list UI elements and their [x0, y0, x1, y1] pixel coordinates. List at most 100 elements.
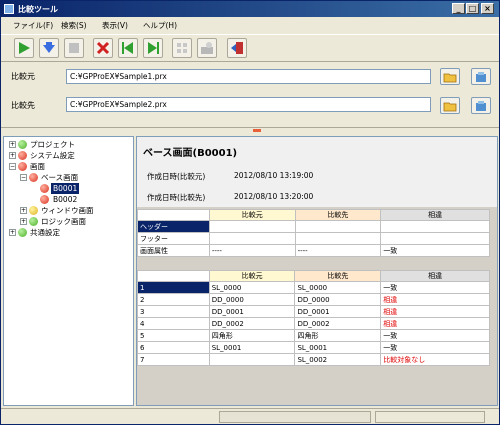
source-path-field[interactable]: C:¥GPProEX¥Sample1.prx	[66, 69, 431, 84]
row-number: 3	[137, 305, 210, 318]
diff-cell: 比較対象なし	[380, 353, 490, 366]
mismatch-status-icon	[18, 151, 27, 160]
tree-item-window-screen[interactable]: ウィンドウ画面	[41, 205, 94, 216]
next-diff-icon	[148, 42, 159, 54]
status-panel-progress	[219, 411, 371, 423]
column-source[interactable]: 比較元	[208, 270, 296, 282]
column-source[interactable]: 比較元	[208, 209, 296, 221]
created-src-value: 2012/08/10 13:19:00	[234, 171, 314, 180]
source-cell: DD_0000	[208, 293, 296, 306]
menu-help[interactable]: ヘルプ(H)	[143, 20, 177, 31]
table-row[interactable]: 3 DD_0001 DD_0001 相違	[137, 305, 490, 318]
project-icon	[476, 72, 486, 82]
tree-item-system-settings[interactable]: システム設定	[30, 150, 75, 161]
delete-button[interactable]	[93, 38, 113, 58]
expand-toggle[interactable]: +	[9, 229, 16, 236]
expand-toggle[interactable]: +	[20, 207, 27, 214]
play-button[interactable]	[14, 38, 34, 58]
table-row[interactable]: 7 SL_0002 比較対象なし	[137, 353, 490, 366]
table-row[interactable]: ヘッダー	[137, 220, 490, 233]
exit-icon	[231, 42, 243, 54]
table-row[interactable]: 画面属性 ---- ---- 一致	[137, 244, 490, 257]
maximize-button[interactable]: □	[466, 3, 479, 14]
row-number: 7	[137, 353, 210, 366]
mismatch-status-icon	[18, 162, 27, 171]
tree-item-logic-screen[interactable]: ロジック画面	[41, 216, 86, 227]
close-button[interactable]: ×	[481, 3, 494, 14]
expand-toggle[interactable]: +	[9, 152, 16, 159]
download-button[interactable]	[39, 38, 59, 58]
table-row[interactable]: 5 四角形 四角形 一致	[137, 329, 490, 342]
column-target[interactable]: 比較先	[294, 209, 382, 221]
target-cell	[294, 220, 382, 233]
source-label: 比較元	[11, 72, 35, 81]
splitter-grip[interactable]	[253, 129, 261, 132]
table-row[interactable]: フッター	[137, 232, 490, 245]
next-diff-button[interactable]	[143, 38, 163, 58]
detail-pane: ベース画面(B0001) 作成日時(比較元) 2012/08/10 13:19:…	[136, 136, 498, 406]
target-cell	[294, 232, 382, 245]
collapse-toggle[interactable]: −	[9, 163, 16, 170]
tree-item-b0002[interactable]: B0002	[53, 194, 77, 205]
grid-button[interactable]	[172, 38, 192, 58]
mismatch-status-icon	[40, 184, 49, 193]
row-header: ヘッダー	[137, 220, 210, 233]
menu-view[interactable]: 表示(V)	[102, 20, 128, 31]
tree-item-base-screen[interactable]: ベース画面	[41, 172, 78, 183]
mismatch-status-icon	[40, 195, 49, 204]
target-cell: 四角形	[294, 329, 382, 342]
mismatch-status-icon	[29, 173, 38, 182]
target-cell: SL_0001	[294, 341, 382, 354]
export-icon	[201, 42, 213, 54]
created-src-label: 作成日時(比較元)	[147, 172, 206, 181]
expand-toggle[interactable]: +	[20, 218, 27, 225]
project-icon	[476, 101, 486, 111]
previous-diff-icon	[122, 42, 133, 54]
table-row[interactable]: 1 SL_0000 SL_0000 一致	[137, 281, 490, 294]
screen-title: ベース画面(B0001)	[143, 148, 238, 159]
column-difference[interactable]: 相違	[380, 270, 490, 282]
title-bar[interactable]: 比較ツール _ □ ×	[1, 1, 499, 17]
minimize-button[interactable]: _	[452, 3, 465, 14]
diff-cell: 相違	[380, 317, 490, 330]
table-row[interactable]: 4 DD_0002 DD_0002 相違	[137, 317, 490, 330]
target-project-button[interactable]	[471, 97, 491, 114]
expand-toggle[interactable]: +	[9, 141, 16, 148]
tree-item-project[interactable]: プロジェクト	[30, 139, 75, 150]
target-cell: DD_0001	[294, 305, 382, 318]
source-cell: ----	[208, 244, 296, 257]
export-button[interactable]	[197, 38, 217, 58]
target-path-field[interactable]: C:¥GPProEX¥Sample2.prx	[66, 97, 431, 112]
column-target[interactable]: 比較先	[294, 270, 382, 282]
target-open-button[interactable]	[440, 97, 460, 114]
match-status-icon	[18, 228, 27, 237]
folder-icon	[443, 73, 457, 83]
exit-button[interactable]	[227, 38, 247, 58]
tree-item-screens[interactable]: 画面	[30, 161, 45, 172]
warning-status-icon	[29, 206, 38, 215]
menu-search[interactable]: 検索(S)	[61, 20, 87, 31]
match-status-icon	[18, 140, 27, 149]
menu-file[interactable]: ファイル(F)	[13, 20, 53, 31]
diff-cell: 相違	[380, 305, 490, 318]
delete-icon	[96, 41, 110, 55]
window-title: 比較ツール	[18, 5, 58, 14]
collapse-toggle[interactable]: −	[20, 174, 27, 181]
source-open-button[interactable]	[440, 68, 460, 85]
stop-button[interactable]	[64, 38, 84, 58]
source-project-button[interactable]	[471, 68, 491, 85]
table-row[interactable]: 6 SL_0001 SL_0001 一致	[137, 341, 490, 354]
column-difference[interactable]: 相違	[380, 209, 490, 221]
table-row[interactable]: 2 DD_0000 DD_0000 相違	[137, 293, 490, 306]
screen-property-table: 比較元 比較先 相違 ヘッダー フッター 画面属性 ---- ---- 一致	[137, 209, 490, 257]
project-tree[interactable]: + プロジェクト + システム設定 − 画面 − ベース画面 B0001 B00…	[3, 136, 134, 406]
target-label: 比較先	[11, 101, 35, 110]
previous-diff-button[interactable]	[118, 38, 138, 58]
tree-item-common-settings[interactable]: 共通設定	[30, 227, 60, 238]
pane-splitter[interactable]	[1, 127, 499, 133]
diff-cell: 一致	[380, 244, 490, 257]
tree-item-b0001[interactable]: B0001	[51, 183, 80, 194]
target-cell: SL_0000	[294, 281, 382, 294]
object-comparison-table: 比較元 比較先 相違 1 SL_0000 SL_0000 一致 2 DD_0000 DD_…	[137, 270, 490, 366]
target-cell: DD_0000	[294, 293, 382, 306]
